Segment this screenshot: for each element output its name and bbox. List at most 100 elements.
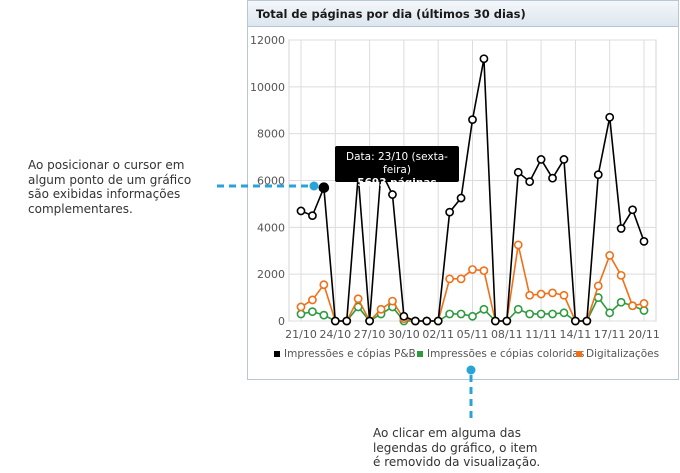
data-point-color[interactable] (308, 307, 317, 317)
data-point-scan[interactable] (639, 299, 649, 308)
data-point-bw[interactable] (536, 155, 546, 164)
legend-item-color[interactable]: Impressões e cópias coloridas (427, 348, 584, 360)
data-point-bw[interactable] (628, 205, 637, 215)
y-tick-label: 0 (278, 315, 285, 328)
data-point-bw[interactable] (308, 211, 317, 221)
x-tick-label: 24/10 (319, 328, 351, 341)
data-point-scan[interactable] (296, 302, 306, 312)
data-point-bw[interactable] (445, 207, 455, 217)
x-tick-label: 08/11 (491, 328, 523, 341)
tooltip-value: 5693 páginas (357, 177, 437, 189)
data-point-color[interactable] (559, 308, 569, 318)
data-point-color[interactable] (445, 309, 455, 319)
x-tick-label: 30/10 (388, 328, 420, 341)
data-point-color[interactable] (319, 310, 329, 320)
data-point-scan[interactable] (479, 266, 489, 276)
data-point-bw[interactable] (365, 316, 374, 326)
data-point-scan[interactable] (536, 289, 546, 299)
callout-hover-line: são exibidas informações (28, 187, 181, 201)
x-tick-label: 20/11 (628, 328, 660, 341)
callout-legend: Ao clicar em alguma das legendas do gráf… (373, 426, 540, 470)
callout-legend-line: Ao clicar em alguma das (373, 426, 521, 440)
data-point-scan[interactable] (319, 280, 329, 290)
data-point-bw[interactable] (342, 316, 352, 326)
data-point-bw[interactable] (399, 311, 409, 321)
callout-legend-line: legendas do gráfico, o item (373, 440, 538, 455)
y-tick-label: 4000 (257, 221, 285, 234)
data-point-color[interactable] (639, 306, 649, 315)
data-point-bw[interactable] (422, 316, 432, 326)
data-point-scan[interactable] (468, 265, 477, 274)
data-point-color[interactable] (548, 309, 557, 319)
data-point-scan[interactable] (445, 274, 455, 284)
callout-hover: Ao posicionar o cursor em algum ponto de… (28, 158, 191, 216)
data-point-color[interactable] (605, 308, 615, 318)
data-point-color[interactable] (513, 304, 523, 314)
callout-hover-line: Ao posicionar o cursor em (28, 158, 185, 172)
legend-swatch-scan[interactable] (576, 351, 582, 357)
legend-item-scan[interactable]: Digitalizações (586, 348, 659, 360)
data-point-scan[interactable] (353, 294, 363, 304)
data-point-bw[interactable] (388, 190, 397, 199)
data-point-bw[interactable] (639, 236, 649, 246)
data-point-color[interactable] (536, 309, 546, 319)
x-tick-label: 21/10 (285, 328, 317, 341)
data-point-bw[interactable] (616, 224, 626, 233)
x-tick-label: 27/10 (354, 328, 386, 341)
data-point-bw[interactable] (410, 316, 420, 326)
tooltip-date: Data: 23/10 (sexta-feira) (346, 151, 448, 176)
data-point-scan[interactable] (548, 288, 557, 298)
data-point-color[interactable] (479, 304, 489, 314)
data-point-bw[interactable] (559, 155, 569, 164)
data-point-bw[interactable] (456, 193, 466, 203)
data-point-bw[interactable] (296, 206, 306, 216)
chart-svg: 02000400060008000100001200021/10 24/10 27/… (217, 34, 660, 421)
y-tick-label: 10000 (250, 81, 285, 94)
data-point-scan[interactable] (308, 295, 317, 305)
x-tick-label: 17/11 (594, 328, 626, 341)
chart-tooltip: Data: 23/10 (sexta-feira) 5693 páginas (335, 146, 459, 189)
data-point-bw[interactable] (490, 316, 500, 326)
data-point-scan[interactable] (593, 281, 603, 291)
data-point-bw[interactable] (502, 316, 512, 326)
legend-swatch-color[interactable] (417, 351, 423, 357)
data-point-scan[interactable] (513, 240, 523, 250)
data-point-bw[interactable] (593, 170, 603, 180)
data-point-bw[interactable] (330, 316, 340, 326)
y-tick-label: 12000 (250, 34, 285, 47)
data-point-color[interactable] (525, 309, 535, 319)
callout-legend-line: é removido da visualização. (373, 455, 541, 469)
data-point-bw[interactable] (513, 167, 523, 177)
data-point-bw[interactable] (548, 173, 557, 183)
data-point-scan[interactable] (616, 270, 626, 280)
data-point-bw[interactable] (525, 177, 535, 187)
data-point-bw[interactable] (433, 316, 443, 326)
callout-hover-line: algum ponto de um gráfico (28, 172, 192, 187)
callout-dot (309, 181, 319, 191)
data-point-color[interactable] (296, 309, 306, 319)
data-point-bw[interactable] (318, 182, 330, 193)
data-point-bw[interactable] (582, 316, 592, 326)
data-point-color[interactable] (616, 297, 626, 307)
data-point-color[interactable] (468, 311, 477, 321)
x-tick-label: 02/11 (422, 328, 454, 341)
data-point-scan[interactable] (388, 296, 397, 306)
y-tick-label: 2000 (257, 268, 285, 281)
data-point-scan[interactable] (628, 301, 637, 311)
callout-dot (466, 365, 476, 375)
data-point-scan[interactable] (376, 304, 386, 314)
x-tick-label: 05/11 (457, 328, 489, 341)
x-tick-label: 11/11 (525, 328, 557, 341)
legend-swatch-bw[interactable] (274, 351, 280, 357)
data-point-bw[interactable] (571, 316, 580, 326)
data-point-scan[interactable] (559, 290, 569, 300)
data-point-bw[interactable] (479, 54, 489, 64)
data-point-bw[interactable] (605, 112, 615, 122)
data-point-bw[interactable] (468, 115, 477, 125)
legend-item-bw[interactable]: Impressões e cópias P&B (284, 348, 416, 360)
data-point-color[interactable] (456, 309, 466, 319)
data-point-scan[interactable] (456, 274, 466, 284)
x-tick-label: 14/11 (560, 328, 592, 341)
data-point-scan[interactable] (605, 251, 615, 260)
data-point-scan[interactable] (525, 290, 535, 300)
